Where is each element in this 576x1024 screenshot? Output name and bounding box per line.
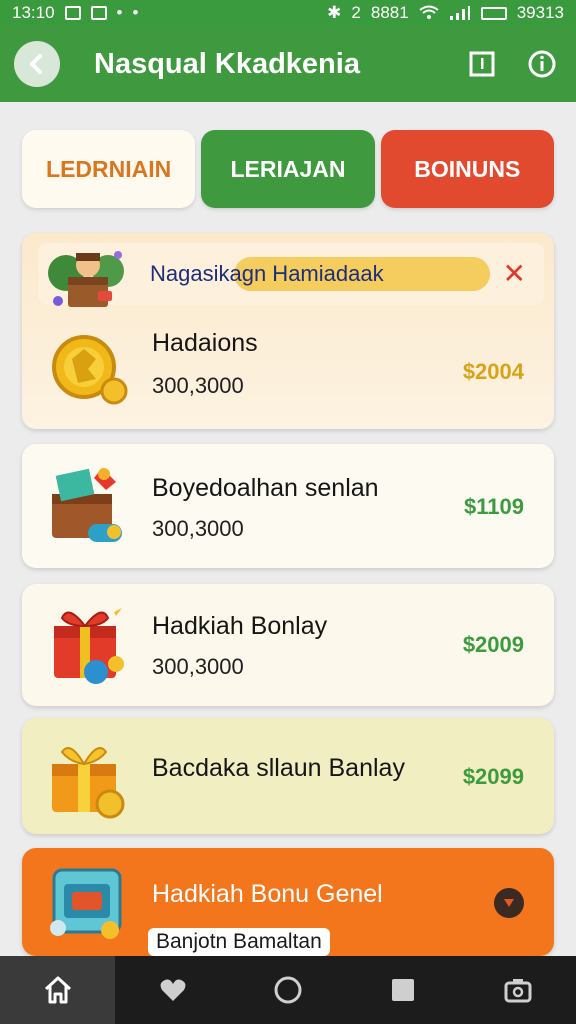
- bottom-navigation: [0, 956, 576, 1024]
- list-item[interactable]: Hadkiah Bonlay 300,3000 $2009: [22, 584, 554, 706]
- item-name: Hadkiah Bonlay: [152, 612, 328, 640]
- close-icon[interactable]: ✕: [503, 257, 526, 290]
- nav-favorites[interactable]: [115, 956, 230, 1024]
- square-icon: [392, 979, 415, 1001]
- item-subtitle: 300,3000: [152, 373, 244, 398]
- status-time: 13:10: [12, 3, 55, 22]
- bluetooth-icon: ✱: [327, 3, 342, 22]
- tab-bar: LEDRNIAIN LERIAJAN BOINUNS: [22, 130, 554, 208]
- notice-banner: Nagasikagn Hamiadaak ✕: [38, 243, 544, 307]
- item-badge: Banjotn Bamaltan: [148, 928, 330, 956]
- camera-icon: [504, 979, 532, 1003]
- tab-leriajan[interactable]: LERIAJAN: [201, 130, 375, 208]
- list-item[interactable]: Bacdaka sllaun Banlay $2099: [22, 718, 554, 834]
- gold-coin-icon: [48, 329, 132, 414]
- item-price: $1109: [464, 494, 524, 519]
- heart-icon: [160, 979, 186, 1001]
- battery-icon: [480, 6, 507, 20]
- gold-gift-icon: [48, 734, 132, 825]
- item-price: $2004: [462, 359, 524, 384]
- nav-camera[interactable]: [461, 956, 576, 1024]
- chest-icon: [48, 862, 132, 947]
- back-button[interactable]: [14, 41, 60, 87]
- list-item[interactable]: Nagasikagn Hamiadaak ✕ Hadaions 300,3000…: [22, 233, 554, 429]
- square-button[interactable]: [462, 44, 502, 84]
- list-item[interactable]: Hadkiah Bonu Genel Banjotn Bamaltan: [22, 848, 554, 956]
- item-name: Bacdaka sllaun Banlay: [152, 754, 405, 782]
- nav-square[interactable]: [346, 956, 461, 1024]
- item-price: $2009: [462, 632, 524, 657]
- item-price: $2099: [462, 764, 524, 789]
- status-bar: 13:10 • • ✱ 2 8881 39313: [0, 0, 576, 26]
- dot-icon: •: [132, 3, 139, 22]
- tab-ledrniain[interactable]: LEDRNIAIN: [22, 130, 196, 208]
- treasure-box-icon: [48, 460, 132, 555]
- page-title: Nasqual Kkadkenia: [94, 47, 360, 80]
- nav-circle[interactable]: [230, 956, 345, 1024]
- item-name: Hadaions: [152, 329, 258, 357]
- square-icon: [469, 51, 495, 77]
- nav-home[interactable]: [0, 956, 116, 1024]
- item-name: Hadkiah Bonu Genel: [152, 880, 383, 908]
- image-icon: [90, 6, 107, 20]
- network-label: 8881: [370, 3, 409, 22]
- back-arrow-icon: [30, 54, 42, 74]
- info-button[interactable]: [522, 44, 562, 84]
- cell-signal-icon: [449, 6, 470, 20]
- dot-icon: •: [116, 3, 123, 22]
- info-icon: [528, 50, 556, 78]
- item-subtitle: 300,3000: [152, 654, 244, 679]
- list-item[interactable]: Boyedoalhan senlan 300,3000 $1109: [22, 444, 554, 568]
- circle-icon: [274, 976, 302, 1004]
- chevron-down-icon[interactable]: [494, 888, 524, 918]
- signal-label: 2: [351, 3, 361, 22]
- wifi-icon: [419, 5, 439, 19]
- item-name: Boyedoalhan senlan: [152, 474, 379, 502]
- item-subtitle: 300,3000: [152, 516, 244, 541]
- notice-text: Nagasikagn Hamiadaak: [150, 261, 384, 286]
- home-icon: [44, 976, 71, 1004]
- red-gift-icon: [48, 598, 132, 693]
- tab-boinuns[interactable]: BOINUNS: [380, 130, 554, 208]
- character-chest-icon: [46, 247, 130, 318]
- notification-icon: [64, 6, 81, 20]
- app-bar: Nasqual Kkadkenia: [0, 26, 576, 102]
- battery-label: 39313: [516, 3, 564, 22]
